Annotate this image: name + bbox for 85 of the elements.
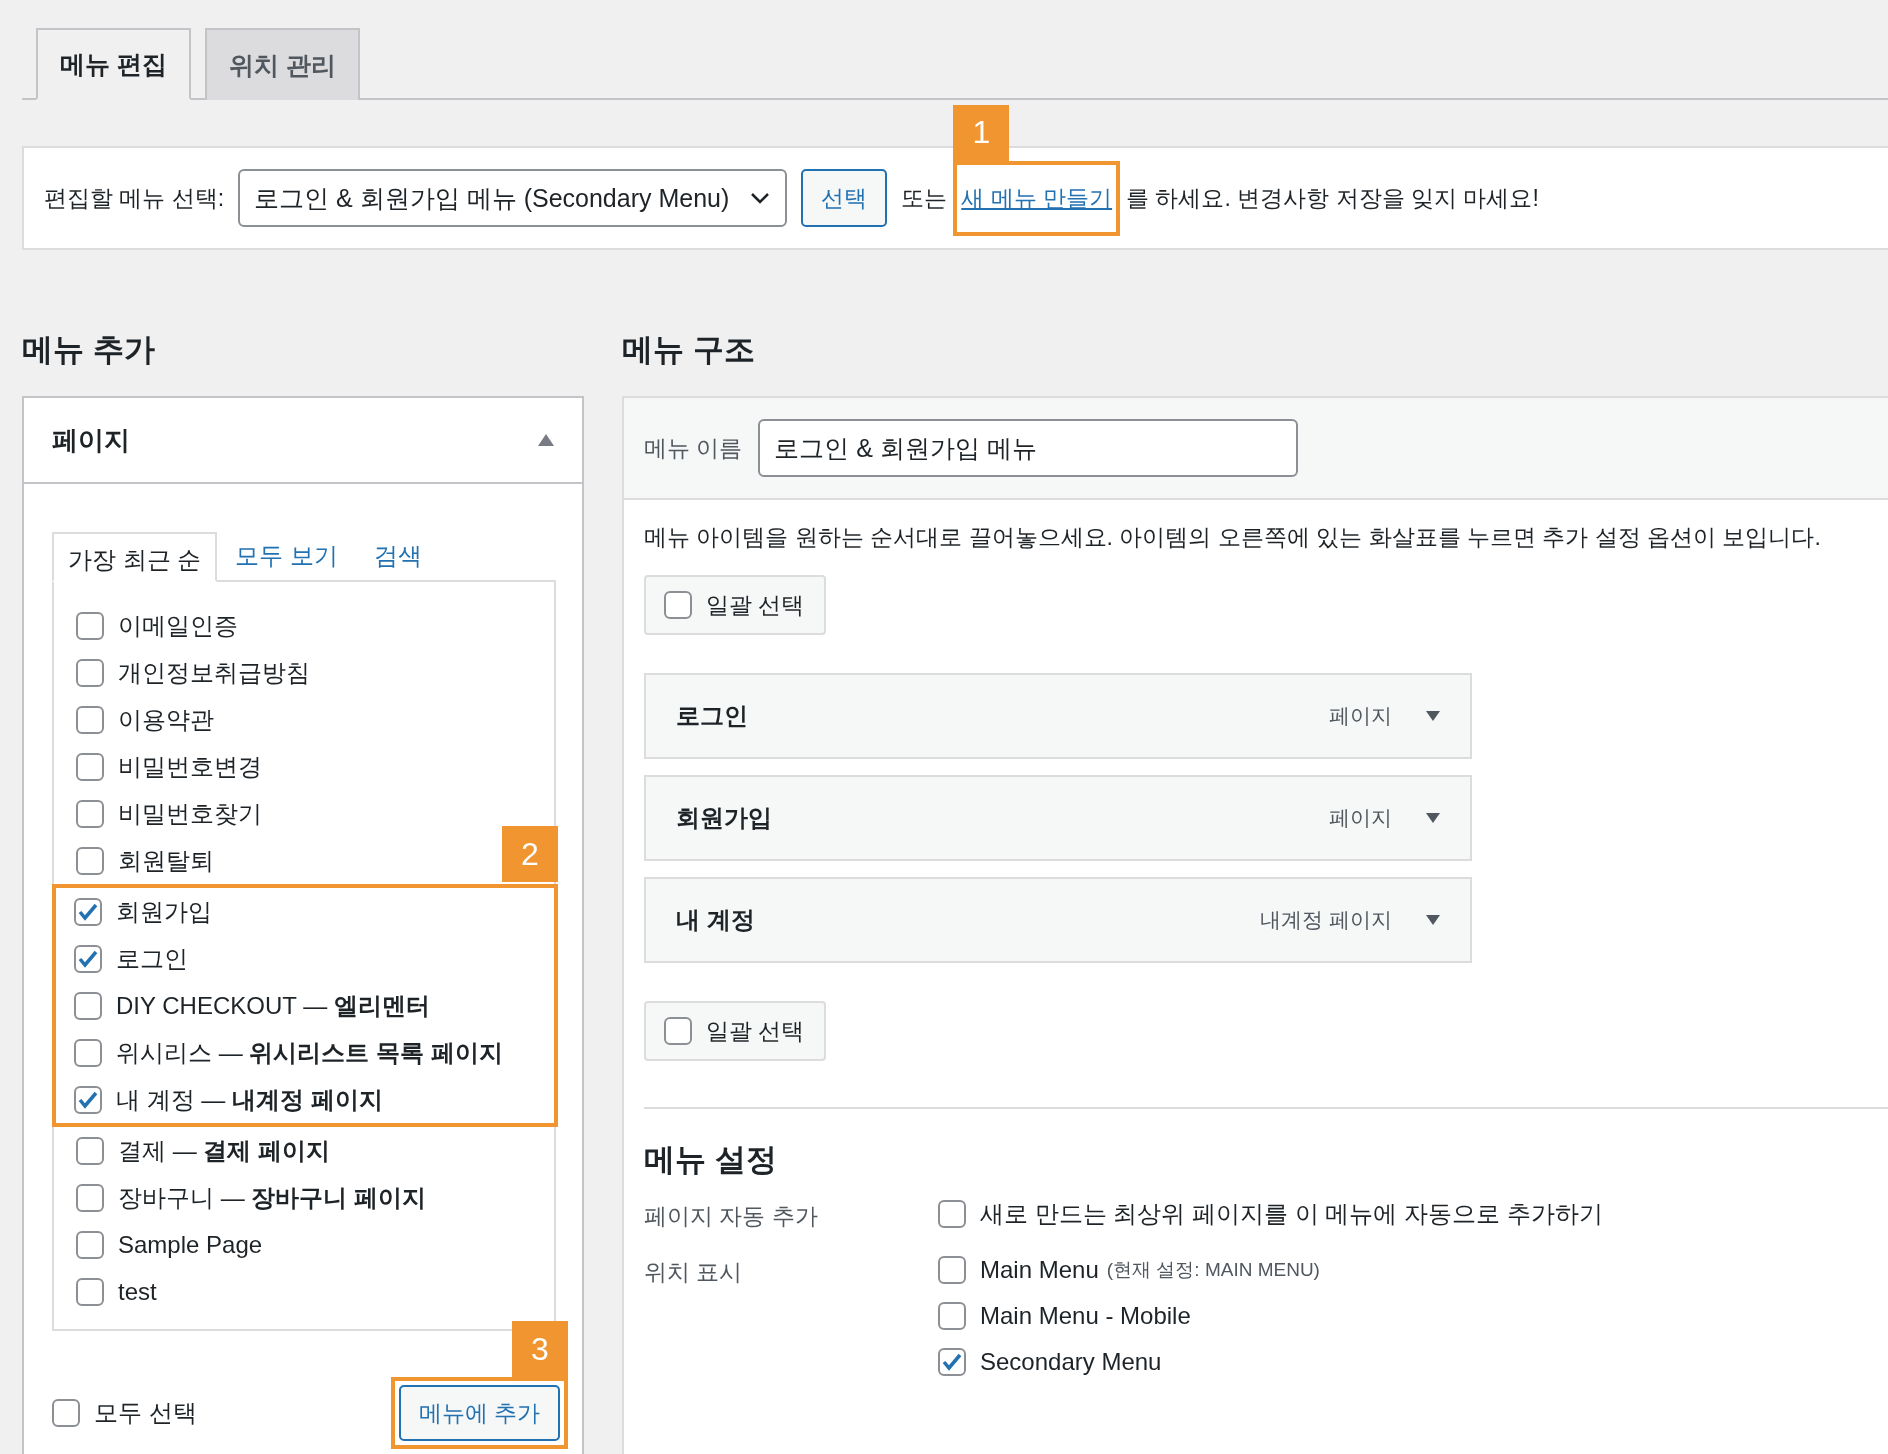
checkbox[interactable] [76, 1183, 104, 1212]
page-name: 이용약관 [118, 704, 214, 735]
checkbox[interactable] [664, 591, 692, 619]
checkbox[interactable] [74, 897, 102, 926]
checkbox[interactable] [938, 1302, 966, 1330]
checkbox[interactable] [76, 1136, 104, 1165]
checkbox[interactable] [76, 705, 104, 734]
setting-label: 위치 표시 [644, 1258, 744, 1287]
option-label: Main Menu [980, 1256, 1099, 1284]
menu-item-title: 내 계정 [676, 905, 756, 935]
caret-icon[interactable] [1426, 813, 1440, 823]
page-name: 비밀번호찾기 [118, 798, 262, 829]
page-name: 회원탈퇴 [118, 845, 214, 876]
chevron-down-icon [749, 191, 772, 205]
checkbox[interactable] [74, 944, 102, 973]
option-note: (현재 설정: MAIN MENU) [1106, 1258, 1320, 1282]
panel-header[interactable]: 페이지 [24, 398, 582, 484]
create-menu-link[interactable]: 새 메뉴 만들기 [961, 182, 1113, 214]
option-label: Secondary Menu [980, 1348, 1162, 1376]
callout-number: 3 [512, 1321, 568, 1377]
filter-tab[interactable]: 가장 최근 순 [52, 532, 218, 582]
checkbox[interactable] [76, 1277, 104, 1306]
page-name: test [118, 1277, 157, 1306]
checkbox[interactable] [76, 799, 104, 828]
checkbox[interactable] [76, 752, 104, 781]
checkbox[interactable] [74, 991, 102, 1020]
menu-select-dropdown[interactable]: 로그인 & 회원가입 메뉴 (Secondary Menu) [238, 169, 788, 227]
checkbox[interactable] [664, 1017, 692, 1045]
filter-tab[interactable]: 모두 보기 [217, 530, 356, 580]
checkbox[interactable] [76, 611, 104, 640]
menu-item-title: 회원가입 [676, 803, 773, 833]
page-name: 이메일인증 [118, 610, 238, 641]
checkbox[interactable] [52, 1399, 80, 1427]
checkbox[interactable] [76, 658, 104, 687]
page-name: 개인정보취급방침 [118, 657, 310, 688]
section-heading: 메뉴 구조 [622, 331, 756, 369]
menu-item-type: 페이지 [1329, 805, 1392, 831]
menu-item-type: 페이지 [1329, 703, 1392, 729]
menu-item-type: 내계정 페이지 [1260, 907, 1392, 933]
menu-name-label: 메뉴 이름 [644, 433, 743, 463]
checkbox[interactable] [938, 1348, 966, 1376]
checkbox[interactable] [74, 1085, 102, 1114]
page-name: 장바구니 — 장바구니 페이지 [118, 1182, 426, 1213]
menu-name-field[interactable]: 로그인 & 회원가입 메뉴 [758, 419, 1299, 477]
page-name: 위시리스 — 위시리스트 목록 페이지 [116, 1037, 503, 1068]
callout-number: 1 [953, 104, 1010, 161]
bulk-select-label: 일괄 선택 [706, 1016, 805, 1046]
page-name: 결제 — 결제 페이지 [118, 1135, 330, 1166]
checkbox[interactable] [74, 1038, 102, 1067]
menu-select-label: 편집할 메뉴 선택: [44, 183, 225, 213]
caret-icon[interactable] [1426, 711, 1440, 721]
page-name: 내 계정 — 내계정 페이지 [116, 1084, 383, 1115]
menu-item-card[interactable]: 내 계정 내계정 페이지 [644, 877, 1472, 963]
page-name: 회원가입 [116, 896, 212, 927]
callout-number: 2 [502, 826, 558, 882]
checkbox[interactable] [938, 1256, 966, 1284]
bulk-select-label: 일괄 선택 [706, 590, 805, 620]
section-heading: 메뉴 추가 [22, 331, 156, 369]
setting-label: 페이지 자동 추가 [644, 1202, 819, 1231]
bulk-select-button[interactable]: 일괄 선택 [644, 575, 827, 635]
menu-item-card[interactable]: 로그인 페이지 [644, 673, 1472, 759]
or-text: 또는 [901, 183, 948, 213]
page-name: DIY CHECKOUT — 엘리멘터 [116, 990, 430, 1021]
checkbox[interactable] [938, 1200, 966, 1228]
nav-tab[interactable]: 메뉴 편집 [36, 28, 191, 100]
page-name: Sample Page [118, 1230, 263, 1259]
option-label: Main Menu - Mobile [980, 1302, 1191, 1330]
filter-tab[interactable]: 검색 [356, 530, 440, 580]
caret-icon[interactable] [1426, 915, 1440, 925]
checkbox[interactable] [76, 1230, 104, 1259]
nav-tab[interactable]: 위치 관리 [204, 28, 360, 100]
option-label: 새로 만드는 최상위 페이지를 이 메뉴에 자동으로 추가하기 [980, 1199, 1603, 1229]
bulk-select-button[interactable]: 일괄 선택 [644, 1001, 827, 1061]
checkbox[interactable] [76, 846, 104, 875]
add-to-menu-button[interactable]: 메뉴에 추가 [398, 1385, 560, 1441]
page-name: 로그인 [116, 943, 188, 974]
menu-item-title: 로그인 [676, 701, 749, 731]
menu-item-card[interactable]: 회원가입 페이지 [644, 775, 1472, 861]
settings-heading: 메뉴 설정 [644, 1141, 778, 1179]
panel-title: 페이지 [52, 423, 130, 457]
select-button[interactable]: 선택 [801, 169, 888, 227]
select-all-label: 모두 선택 [94, 1398, 197, 1428]
instructions-text: 메뉴 아이템을 원하는 순서대로 끌어놓으세요. 아이템의 오른쪽에 있는 화살표를 누르면 추가 설정 옵션이 보입니다. [644, 523, 1822, 552]
page-name: 비밀번호변경 [118, 751, 262, 782]
save-reminder-text: 를 하세요. 변경사항 저장을 잊지 마세요! [1126, 183, 1539, 213]
